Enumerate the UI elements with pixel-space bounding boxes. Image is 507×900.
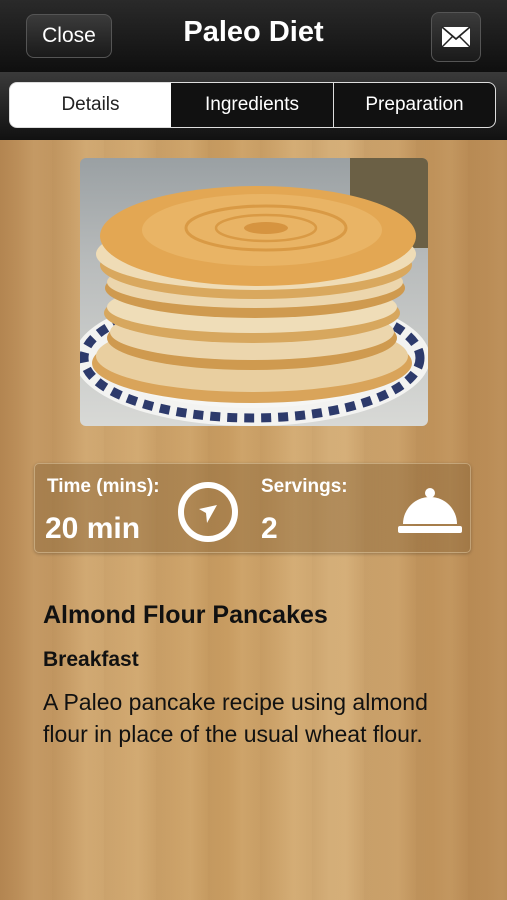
recipe-details: Time (mins): 20 min Servings: 2 Almond F… bbox=[0, 140, 507, 900]
tab-details[interactable]: Details bbox=[9, 82, 172, 128]
recipe-info-panel: Time (mins): 20 min Servings: 2 bbox=[34, 463, 471, 553]
serving-cloche-icon bbox=[398, 488, 462, 533]
navigation-bar: Close Paleo Diet bbox=[0, 0, 507, 72]
servings-value: 2 bbox=[261, 512, 278, 545]
segmented-control: Details Ingredients Preparation bbox=[0, 72, 507, 140]
tab-ingredients[interactable]: Ingredients bbox=[171, 82, 334, 128]
recipe-name: Almond Flour Pancakes bbox=[43, 601, 328, 629]
recipe-photo bbox=[80, 158, 428, 426]
pancake-stack-photo bbox=[80, 158, 428, 426]
clock-icon bbox=[178, 482, 238, 542]
servings-label: Servings: bbox=[261, 476, 348, 497]
time-label: Time (mins): bbox=[47, 476, 160, 497]
time-value: 20 min bbox=[45, 512, 141, 545]
tab-preparation[interactable]: Preparation bbox=[333, 82, 496, 128]
recipe-description: A Paleo pancake recipe using almond flou… bbox=[43, 689, 428, 747]
mail-button[interactable] bbox=[431, 12, 481, 62]
recipe-category: Breakfast bbox=[43, 648, 139, 671]
envelope-icon bbox=[441, 26, 471, 48]
